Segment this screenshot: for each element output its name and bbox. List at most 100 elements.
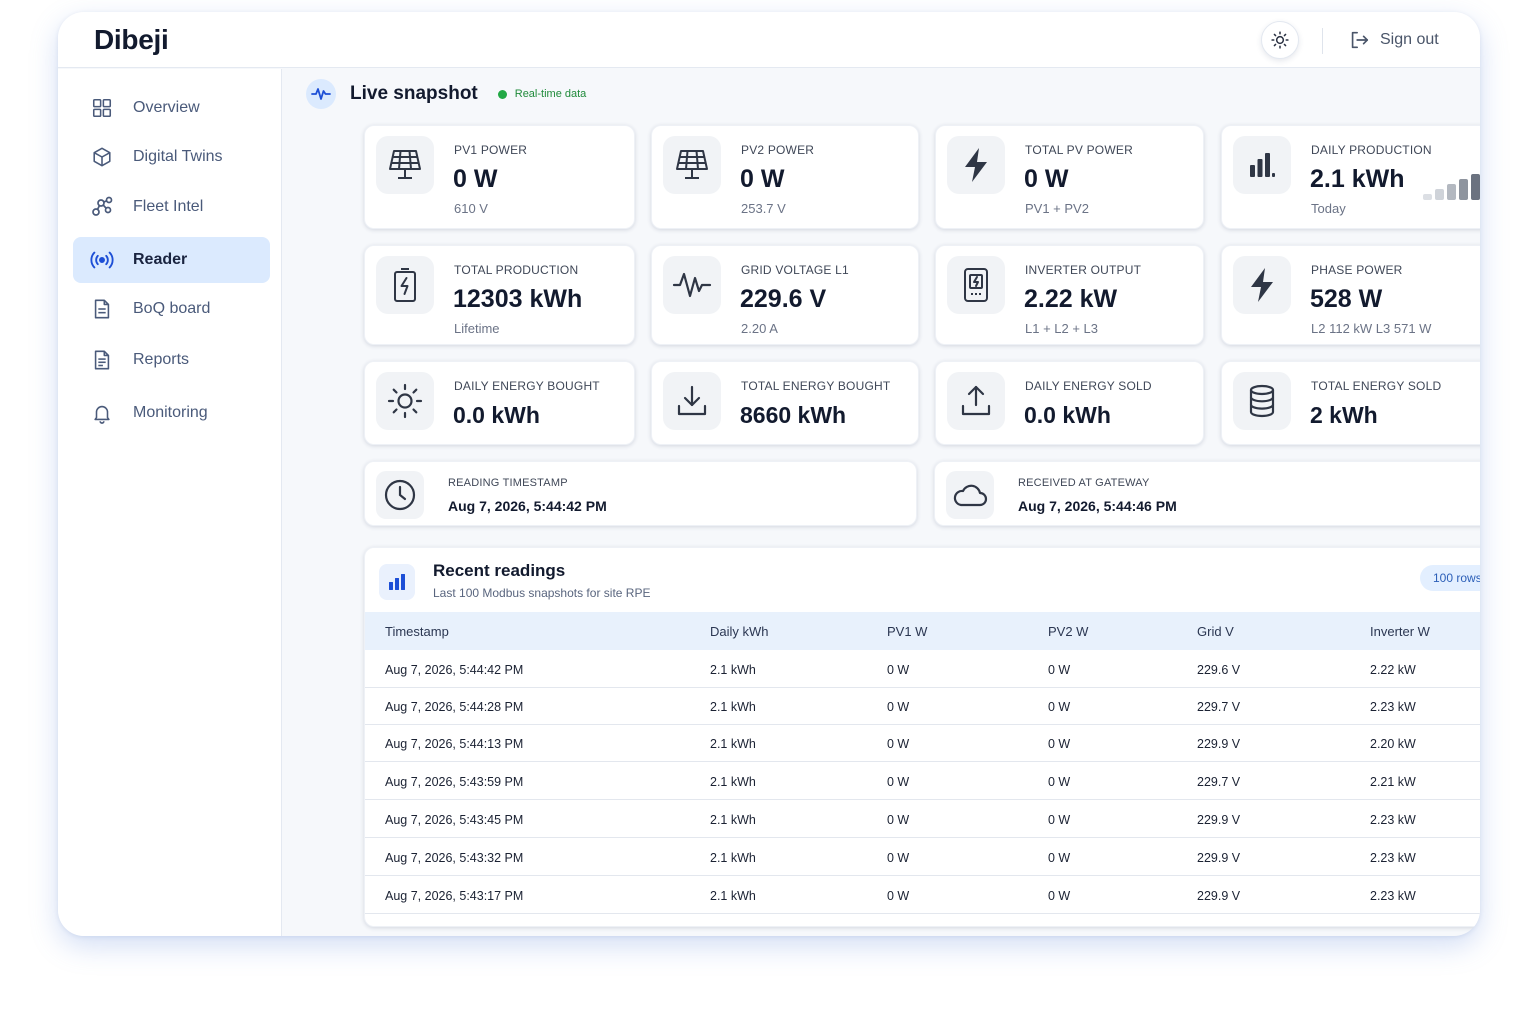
cell-grid-v: 229.9 V [1197,889,1241,903]
signal-bar [1435,189,1444,200]
sign-out-button[interactable]: Sign out [1348,29,1439,51]
cell-pv2-w: 0 W [1048,813,1071,827]
cell-inverter-w: 2.22 kW [1370,663,1416,677]
inverter-icon [947,256,1005,314]
grid-icon [89,95,115,121]
stat-card-inverter-output: INVERTER OUTPUT 2.22 kW L1 + L2 + L3 [935,245,1204,345]
signal-bar [1447,184,1456,200]
sign-out-icon [1348,29,1370,51]
cell-timestamp: Aug 7, 2026, 5:44:28 PM [385,700,524,714]
cell-pv1-w: 0 W [887,889,910,903]
stat-value: 2 kWh [1310,402,1378,428]
signal-bar [1459,179,1468,200]
table-row[interactable]: Aug 7, 2026, 5:43:45 PM 2.1 kWh 0 W 0 W … [365,800,1480,838]
stat-label: DAILY ENERGY SOLD [1025,379,1152,393]
sun-icon [376,372,434,430]
cell-pv2-w: 0 W [1048,700,1071,714]
stat-card-total-pv-power: TOTAL PV POWER 0 W PV1 + PV2 [935,125,1204,229]
sidebar-item-digital-twins[interactable]: Digital Twins [73,134,270,180]
cell-daily-kwh: 2.1 kWh [710,813,756,827]
sidebar-item-overview[interactable]: Overview [73,85,270,131]
sidebar-item-monitoring[interactable]: Monitoring [73,390,270,436]
stat-value: 0.0 kWh [1024,402,1111,428]
timestamp-value: Aug 7, 2026, 5:44:42 PM [448,498,607,514]
stat-subtext: Today [1311,201,1346,216]
cell-grid-v: 229.7 V [1197,700,1241,714]
sidebar-item-boq-board[interactable]: BoQ board [73,286,270,332]
sidebar-item-label: Overview [133,99,200,116]
stat-value: 2.22 kW [1024,285,1118,313]
table-row[interactable]: Aug 7, 2026, 5:44:13 PM 2.1 kWh 0 W 0 W … [365,724,1480,762]
stat-card-total-production: TOTAL PRODUCTION 12303 kWh Lifetime [364,245,635,345]
signal-bar [1471,174,1480,200]
download-icon [663,372,721,430]
stat-subtext: PV1 + PV2 [1025,201,1089,216]
cell-grid-v: 229.7 V [1197,775,1241,789]
cell-pv1-w: 0 W [887,813,910,827]
timestamp-label: READING TIMESTAMP [448,477,568,489]
sidebar-item-label: BoQ board [133,300,211,317]
theme-toggle-button[interactable] [1261,21,1299,59]
table-title: Recent readings [433,561,566,580]
column-header-pv2-w[interactable]: PV2 W [1048,624,1088,639]
cell-inverter-w: 2.23 kW [1370,851,1416,865]
cell-timestamp: Aug 7, 2026, 5:43:59 PM [385,775,524,789]
solar-panel-icon [663,136,721,194]
table-row[interactable]: Aug 7, 2026, 5:43:17 PM 2.1 kWh 0 W 0 W … [365,876,1480,914]
sidebar-item-reader[interactable]: Reader [73,237,270,283]
cell-grid-v: 229.6 V [1197,663,1241,677]
cell-grid-v: 229.9 V [1197,851,1241,865]
report-icon [89,347,115,373]
column-header-inverter-w[interactable]: Inverter W [1370,624,1430,639]
table-row[interactable]: Aug 7, 2026, 5:43:59 PM 2.1 kWh 0 W 0 W … [365,762,1480,800]
stat-value: 2.1 kWh [1310,165,1405,193]
cell-inverter-w: 2.23 kW [1370,813,1416,827]
cell-timestamp: Aug 7, 2026, 5:43:17 PM [385,889,524,903]
cell-daily-kwh: 2.1 kWh [710,775,756,789]
signal-bars-icon [1423,162,1480,200]
column-header-daily-kwh[interactable]: Daily kWh [710,624,769,639]
table-subtitle: Last 100 Modbus snapshots for site RPE [433,586,651,600]
stat-card-grid-voltage-l1: GRID VOLTAGE L1 229.6 V 2.20 A [651,245,919,345]
stat-value: 528 W [1310,285,1383,313]
cube-icon [89,144,115,170]
stat-subtext: L1 + L2 + L3 [1025,321,1099,336]
top-bar: Dibeji Sign out [58,12,1480,68]
sun-icon [1270,30,1290,50]
lightning-icon [947,136,1005,194]
stat-card-phase-power: PHASE POWER 528 W L2 112 kW L3 571 W [1221,245,1480,345]
cell-timestamp: Aug 7, 2026, 5:43:32 PM [385,851,524,865]
cell-daily-kwh: 2.1 kWh [710,737,756,751]
stat-subtext: 253.7 V [741,201,786,216]
column-header-grid-v[interactable]: Grid V [1197,624,1234,639]
timestamp-value: Aug 7, 2026, 5:44:46 PM [1018,498,1177,514]
table-row[interactable]: Aug 7, 2026, 5:43:32 PM 2.1 kWh 0 W 0 W … [365,838,1480,876]
cell-pv1-w: 0 W [887,737,910,751]
column-header-timestamp[interactable]: Timestamp [385,624,449,639]
sidebar-item-label: Digital Twins [133,148,223,165]
cell-inverter-w: 2.21 kW [1370,775,1416,789]
cell-pv1-w: 0 W [887,663,910,677]
sidebar-item-label: Reports [133,351,190,368]
stat-card-daily-energy-bought: DAILY ENERGY BOUGHT 0.0 kWh [364,361,635,445]
cell-pv2-w: 0 W [1048,775,1071,789]
recent-readings-card: Recent readings Last 100 Modbus snapshot… [364,547,1480,927]
stat-label: DAILY ENERGY BOUGHT [454,379,600,393]
stat-label: GRID VOLTAGE L1 [741,263,849,277]
table-row[interactable]: Aug 7, 2026, 5:44:28 PM 2.1 kWh 0 W 0 W … [365,687,1480,725]
sidebar-item-reports[interactable]: Reports [73,337,270,383]
column-header-pv1-w[interactable]: PV1 W [887,624,927,639]
stat-value: 12303 kWh [453,285,583,313]
cell-grid-v: 229.9 V [1197,813,1241,827]
bell-icon [89,400,115,426]
brand-logo[interactable]: Dibeji [94,24,169,56]
table-row[interactable]: Aug 7, 2026, 5:44:42 PM 2.1 kWh 0 W 0 W … [365,650,1480,688]
sidebar-item-fleet-intel[interactable]: Fleet Intel [73,184,270,230]
solar-panel-icon [376,136,434,194]
rows-count-badge[interactable]: 100 rows [1420,565,1480,591]
clock-icon [376,471,424,519]
cell-timestamp: Aug 7, 2026, 5:43:45 PM [385,813,524,827]
cell-daily-kwh: 2.1 kWh [710,889,756,903]
stat-value: 0.0 kWh [453,402,540,428]
stat-value: 0 W [1024,165,1069,193]
